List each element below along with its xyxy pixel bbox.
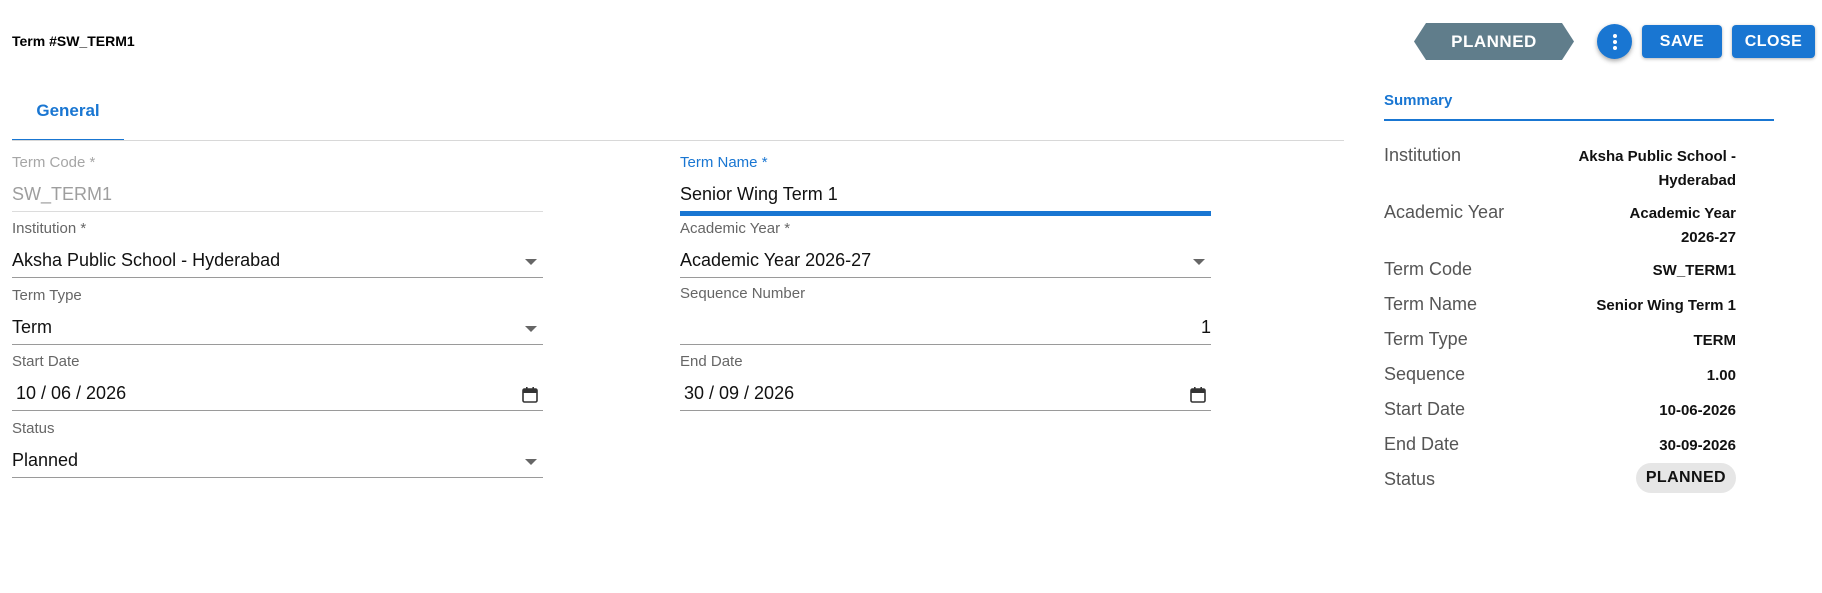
academic-year-value: Academic Year 2026-27	[680, 250, 872, 270]
dropdown-arrow-icon	[525, 459, 537, 465]
calendar-icon[interactable]	[1189, 386, 1207, 404]
save-button[interactable]: SAVE	[1642, 25, 1722, 58]
summary-key: Sequence	[1384, 364, 1466, 384]
status-value: Planned	[12, 450, 79, 470]
summary-value: Aksha Public School - Hyderabad	[1578, 148, 1736, 189]
end-date-label: End Date	[680, 353, 743, 370]
dropdown-arrow-icon	[1193, 259, 1205, 265]
more-vert-icon	[1612, 33, 1617, 50]
term-name-label: Term Name *	[680, 154, 768, 171]
close-button[interactable]: CLOSE	[1732, 25, 1815, 58]
summary-value: Academic Year 2026-27	[1629, 205, 1736, 246]
status-select[interactable]: Status Planned	[12, 420, 543, 478]
dropdown-arrow-icon	[525, 259, 537, 265]
summary-key: Term Code	[1384, 259, 1473, 279]
term-type-value: Term	[12, 317, 52, 337]
focus-underline	[680, 211, 1211, 216]
term-code-label: Term Code *	[12, 154, 96, 171]
term-code-field[interactable]: Term Code * SW_TERM1	[12, 154, 543, 212]
summary-value: 1.00	[1706, 367, 1736, 384]
start-date-label: Start Date	[12, 353, 80, 370]
summary-value: 30-09-2026	[1659, 437, 1736, 454]
sequence-number-label: Sequence Number	[680, 285, 806, 302]
more-options-button[interactable]	[1597, 24, 1632, 59]
term-name-input[interactable]: Term Name * Senior Wing Term 1	[680, 154, 1211, 216]
summary-key: Term Type	[1384, 329, 1468, 349]
dropdown-arrow-icon	[525, 326, 537, 332]
sequence-number-input[interactable]: Sequence Number 1	[680, 285, 1211, 345]
summary-heading: Summary	[1384, 92, 1774, 121]
end-date-field[interactable]: End Date 30 / 09 / 2026	[680, 353, 1211, 411]
page-title: Term #SW_TERM1	[12, 33, 135, 49]
summary-key: End Date	[1384, 434, 1460, 454]
term-type-select[interactable]: Term Type Term	[12, 287, 543, 345]
summary-value: TERM	[1693, 332, 1737, 349]
start-date-field[interactable]: Start Date 10 / 06 / 2026	[12, 353, 543, 411]
status-ribbon-label: PLANNED	[1451, 32, 1537, 51]
summary-value: Senior Wing Term 1	[1596, 297, 1736, 314]
institution-select[interactable]: Institution * Aksha Public School - Hyde…	[12, 220, 543, 278]
summary-value: SW_TERM1	[1652, 262, 1736, 279]
summary-key: Status	[1384, 469, 1436, 489]
end-date-value: 30 / 09 / 2026	[684, 383, 795, 403]
tabs-divider	[12, 140, 1344, 141]
summary-key: Academic Year	[1384, 202, 1505, 222]
summary-key: Term Name	[1384, 294, 1478, 314]
status-badge: PLANNED	[1635, 463, 1736, 493]
calendar-icon[interactable]	[521, 386, 539, 404]
start-date-value: 10 / 06 / 2026	[16, 383, 127, 403]
institution-value: Aksha Public School - Hyderabad	[12, 250, 281, 270]
term-name-value: Senior Wing Term 1	[680, 184, 838, 204]
term-code-value: SW_TERM1	[12, 184, 113, 204]
institution-label: Institution *	[12, 220, 87, 237]
summary-key: Start Date	[1384, 399, 1466, 419]
summary-key: Institution	[1384, 145, 1462, 165]
status-label: Status	[12, 420, 55, 437]
status-ribbon: PLANNED	[1414, 23, 1574, 60]
academic-year-select[interactable]: Academic Year * Academic Year 2026-27	[680, 220, 1211, 278]
tab-general[interactable]: General	[12, 88, 124, 141]
academic-year-label: Academic Year *	[680, 220, 791, 237]
summary-value: 10-06-2026	[1659, 402, 1736, 419]
sequence-number-value: 1	[1200, 317, 1211, 337]
term-type-label: Term Type	[12, 287, 82, 304]
